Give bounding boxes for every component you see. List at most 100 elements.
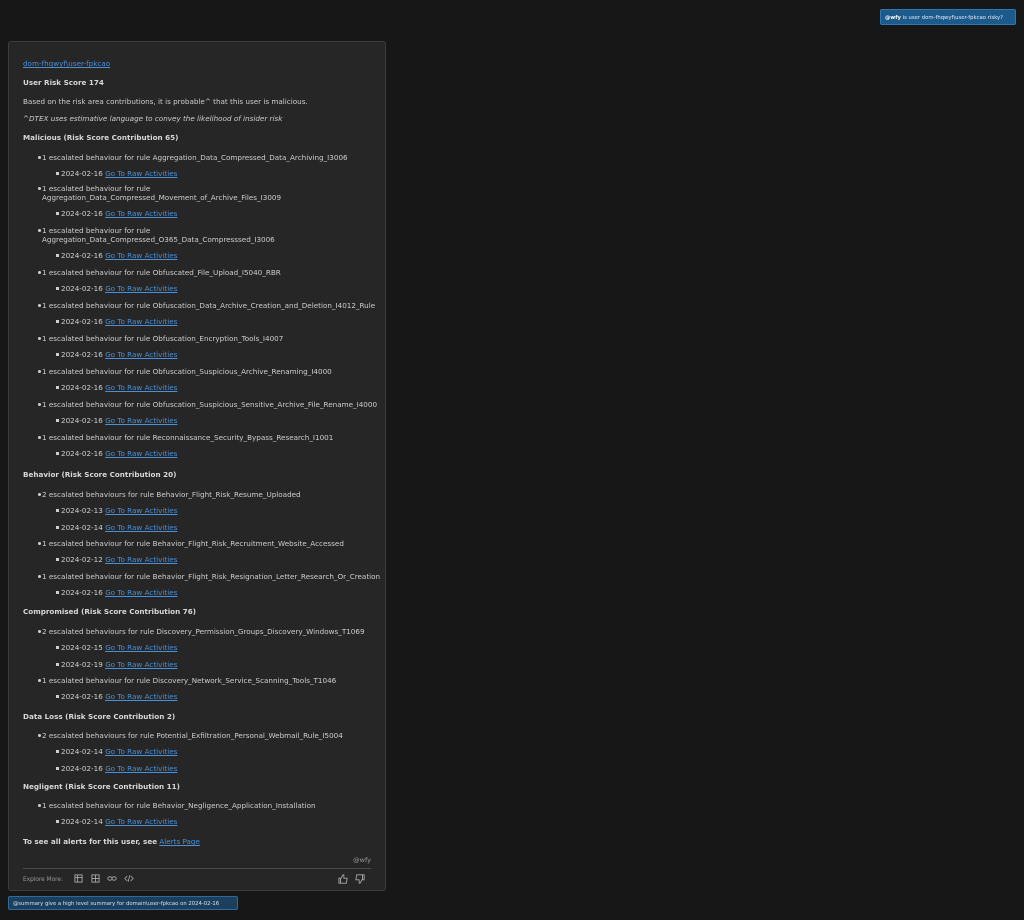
user-query-bubble: @wfy is user dom-fhqwyf\user-fpkcao risk… [880,9,1016,25]
rule-bullet [38,436,41,439]
date-bullet [56,254,59,257]
rule-bullet [38,156,41,159]
raw-activities-link[interactable]: Go To Raw Activities [105,350,177,359]
date-bullet [56,172,59,175]
raw-activities-link[interactable]: Go To Raw Activities [105,284,177,293]
rule-item: 2 escalated behaviours for rule Discover… [42,627,365,636]
activity-date: 2024-02-16 [61,284,103,293]
rule-item: 1 escalated behaviour for rule Behavior_… [42,801,316,810]
activity-date-row: 2024-02-16 Go To Raw Activities [61,449,177,458]
rule-bullet [38,804,41,807]
raw-activities-link[interactable]: Go To Raw Activities [105,506,177,515]
activity-date: 2024-02-13 [61,506,103,515]
alerts-page-link[interactable]: Alerts Page [159,837,200,846]
raw-activities-link[interactable]: Go To Raw Activities [105,817,177,826]
rule-item: 1 escalated behaviour for rule Discovery… [42,676,337,685]
alerts-prefix: To see all alerts for this user, see [23,837,158,846]
activity-date: 2024-02-16 [61,209,103,218]
rule-bullet [38,493,41,496]
activity-date-row: 2024-02-16 Go To Raw Activities [61,350,177,359]
date-bullet [56,591,59,594]
date-bullet [56,386,59,389]
raw-activities-link[interactable]: Go To Raw Activities [105,660,177,669]
activity-date: 2024-02-16 [61,588,103,597]
raw-activities-link[interactable]: Go To Raw Activities [105,643,177,652]
raw-activities-link[interactable]: Go To Raw Activities [105,555,177,564]
rule-bullet [38,679,41,682]
rule-item: 1 escalated behaviour for rule Aggregati… [42,226,275,244]
table-icon[interactable] [73,874,83,884]
rule-item: 1 escalated behaviour for rule Behavior_… [42,572,381,581]
query-text: is user dom-fhqwyf\user-fpkcao risky? [902,15,1003,21]
rule-bullet [38,403,41,406]
section-heading: Compromised (Risk Score Contribution 76) [23,607,197,616]
thumbs-up-icon[interactable] [338,874,348,884]
date-bullet [56,695,59,698]
rule-bullet [38,542,41,545]
activity-date: 2024-02-15 [61,643,103,652]
activity-date-row: 2024-02-19 Go To Raw Activities [61,660,177,669]
raw-activities-link[interactable]: Go To Raw Activities [105,692,177,701]
activity-date: 2024-02-16 [61,383,103,392]
query-mention: @wfy [885,15,901,21]
activity-date-row: 2024-02-14 Go To Raw Activities [61,817,177,826]
raw-activities-link[interactable]: Go To Raw Activities [105,588,177,597]
activity-date: 2024-02-14 [61,817,103,826]
date-bullet [56,526,59,529]
rule-item: 1 escalated behaviour for rule Obfuscate… [42,268,281,277]
raw-activities-link[interactable]: Go To Raw Activities [105,317,177,326]
activity-date-row: 2024-02-16 Go To Raw Activities [61,284,177,293]
raw-activities-link[interactable]: Go To Raw Activities [105,169,177,178]
activity-date: 2024-02-16 [61,692,103,701]
raw-activities-link[interactable]: Go To Raw Activities [105,449,177,458]
date-bullet [56,212,59,215]
thumbs-down-icon[interactable] [355,874,365,884]
link-icon[interactable] [107,874,117,884]
rule-bullet [38,229,41,232]
raw-activities-link[interactable]: Go To Raw Activities [105,383,177,392]
rule-item: 1 escalated behaviour for rule Aggregati… [42,184,282,202]
rule-bullet [38,734,41,737]
raw-activities-link[interactable]: Go To Raw Activities [105,523,177,532]
grid-icon[interactable] [90,874,100,884]
user-link[interactable]: dom-fhqwyf\user-fpkcao [23,59,110,68]
rule-bullet [38,370,41,373]
date-bullet [56,509,59,512]
activity-date-row: 2024-02-14 Go To Raw Activities [61,747,177,756]
activity-date: 2024-02-16 [61,317,103,326]
activity-date-row: 2024-02-14 Go To Raw Activities [61,523,177,532]
explore-more-label: Explore More: [23,877,63,883]
raw-activities-link[interactable]: Go To Raw Activities [105,251,177,260]
raw-activities-link[interactable]: Go To Raw Activities [105,764,177,773]
activity-date-row: 2024-02-15 Go To Raw Activities [61,643,177,652]
raw-activities-link[interactable]: Go To Raw Activities [105,416,177,425]
activity-date-row: 2024-02-16 Go To Raw Activities [61,169,177,178]
raw-activities-link[interactable]: Go To Raw Activities [105,209,177,218]
rule-bullet [38,304,41,307]
rule-item: 1 escalated behaviour for rule Reconnais… [42,433,334,442]
rule-item: 1 escalated behaviour for rule Aggregati… [42,153,348,162]
raw-activities-link[interactable]: Go To Raw Activities [105,747,177,756]
risk-score-heading: User Risk Score 174 [23,78,104,87]
activity-date-row: 2024-02-16 Go To Raw Activities [61,209,177,218]
suggestion-chip[interactable]: @summary give a high level summary for d… [8,896,238,910]
rule-bullet [38,630,41,633]
section-heading: Negligent (Risk Score Contribution 11) [23,782,180,791]
code-icon[interactable] [124,874,134,884]
alerts-note: To see all alerts for this user, see Ale… [23,837,200,846]
rule-item: 1 escalated behaviour for rule Behavior_… [42,539,344,548]
activity-date: 2024-02-14 [61,747,103,756]
rule-item: 2 escalated behaviours for rule Behavior… [42,490,301,499]
date-bullet [56,646,59,649]
section-heading: Data Loss (Risk Score Contribution 2) [23,712,176,721]
date-bullet [56,750,59,753]
activity-date-row: 2024-02-16 Go To Raw Activities [61,251,177,260]
rule-item: 1 escalated behaviour for rule Obfuscati… [42,301,376,310]
date-bullet [56,767,59,770]
activity-date: 2024-02-16 [61,449,103,458]
activity-date-row: 2024-02-13 Go To Raw Activities [61,506,177,515]
activity-date: 2024-02-16 [61,169,103,178]
risk-report-card: dom-fhqwyf\user-fpkcao User Risk Score 1… [8,41,386,891]
activity-date-row: 2024-02-16 Go To Raw Activities [61,764,177,773]
rule-item: 1 escalated behaviour for rule Obfuscati… [42,334,284,343]
